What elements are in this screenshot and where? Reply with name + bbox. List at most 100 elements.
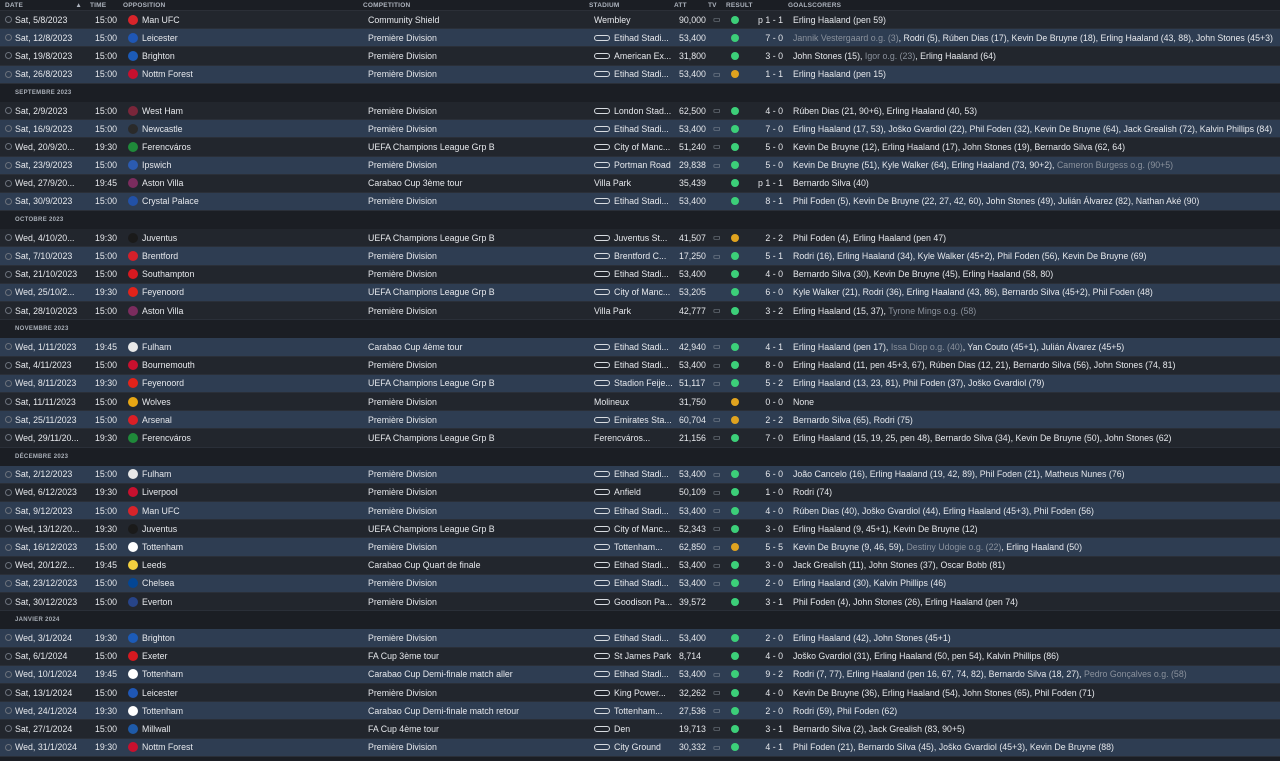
competition-name[interactable]: Carabao Cup Demi-finale match aller (368, 669, 594, 679)
match-result[interactable]: 7 - 0 (745, 433, 789, 443)
opposition-cell[interactable]: Newcastle (128, 123, 368, 134)
table-row[interactable]: Wed, 20/9/20... 19:30 Ferencváros UEFA Cham… (0, 138, 1280, 157)
opposition-cell[interactable]: Crystal Palace (128, 196, 368, 207)
table-row[interactable]: Sat, 13/1/2024 15:00 Leicester Première Div… (0, 683, 1280, 703)
competition-name[interactable]: Première Division (368, 124, 594, 134)
pin-icon[interactable] (5, 634, 12, 642)
match-result[interactable]: 5 - 0 (745, 142, 789, 152)
opposition-cell[interactable]: West Ham (128, 105, 368, 116)
table-row[interactable]: Sat, 23/12/2023 15:00 Chelsea Première Divi… (0, 574, 1280, 593)
table-row[interactable]: Sat, 21/10/2023 15:00 Southampton Première … (0, 265, 1280, 284)
match-result[interactable]: 5 - 2 (745, 378, 789, 388)
opposition-cell[interactable]: Leeds (128, 560, 368, 571)
opposition-cell[interactable]: Arsenal (128, 414, 368, 425)
opposition-cell[interactable]: Millwall (128, 723, 368, 734)
opposition-name[interactable]: Crystal Palace (142, 196, 199, 206)
table-row[interactable]: Wed, 31/1/2024 19:30 Nottm Forest Première … (0, 738, 1280, 757)
match-result[interactable]: 3 - 0 (745, 524, 789, 534)
competition-name[interactable]: UEFA Champions League Grp B (368, 287, 594, 297)
competition-name[interactable]: Première Division (368, 597, 594, 607)
competition-name[interactable]: Première Division (368, 578, 594, 588)
match-result[interactable]: 1 - 0 (745, 487, 789, 497)
column-header-goalscorers[interactable]: GOALSCORERS (784, 2, 1280, 9)
opposition-name[interactable]: West Ham (142, 106, 183, 116)
opposition-cell[interactable]: Ipswich (128, 160, 368, 171)
competition-name[interactable]: Première Division (368, 487, 594, 497)
opposition-name[interactable]: Brighton (142, 633, 175, 643)
match-result[interactable]: 2 - 0 (745, 633, 789, 643)
column-header-date[interactable]: DATE ▲ (0, 2, 90, 9)
competition-name[interactable]: Première Division (368, 69, 594, 79)
opposition-name[interactable]: Millwall (142, 724, 170, 734)
competition-name[interactable]: Carabao Cup Quart de finale (368, 560, 594, 570)
competition-name[interactable]: Première Division (368, 688, 594, 698)
competition-name[interactable]: Première Division (368, 542, 594, 552)
table-row[interactable]: Sat, 27/1/2024 15:00 Millwall FA Cup 4ème t… (0, 720, 1280, 739)
opposition-cell[interactable]: Liverpool (128, 487, 368, 498)
pin-icon[interactable] (5, 70, 12, 78)
competition-name[interactable]: UEFA Champions League Grp B (368, 233, 594, 243)
column-header-stadium[interactable]: STADIUM (589, 2, 674, 9)
opposition-cell[interactable]: Feyenoord (128, 378, 368, 389)
pin-icon[interactable] (5, 525, 12, 533)
match-result[interactable]: 5 - 5 (745, 542, 789, 552)
competition-name[interactable]: Première Division (368, 106, 594, 116)
pin-icon[interactable] (5, 707, 12, 715)
table-row[interactable]: Wed, 27/9/20... 19:45 Aston Villa Carabao C… (0, 174, 1280, 193)
opposition-name[interactable]: Fulham (142, 342, 171, 352)
pin-icon[interactable] (5, 488, 12, 496)
table-row[interactable]: Sat, 7/10/2023 15:00 Brentford Première Div… (0, 247, 1280, 266)
pin-icon[interactable] (5, 125, 12, 133)
column-header-result[interactable]: RESULT (726, 2, 784, 9)
pin-icon[interactable] (5, 743, 12, 751)
pin-icon[interactable] (5, 34, 12, 42)
match-result[interactable]: 6 - 0 (745, 287, 789, 297)
pin-icon[interactable] (5, 179, 12, 187)
opposition-cell[interactable]: Bournemouth (128, 360, 368, 371)
opposition-cell[interactable]: Aston Villa (128, 178, 368, 189)
match-result[interactable]: 4 - 0 (745, 269, 789, 279)
match-result[interactable]: 4 - 0 (745, 688, 789, 698)
opposition-cell[interactable]: Leicester (128, 32, 368, 43)
match-result[interactable]: 9 - 2 (745, 669, 789, 679)
opposition-name[interactable]: Bournemouth (142, 360, 195, 370)
table-row[interactable]: Sat, 19/8/2023 15:00 Brighton Première Divi… (0, 47, 1280, 66)
competition-name[interactable]: Première Division (368, 506, 594, 516)
opposition-name[interactable]: Man UFC (142, 506, 180, 516)
pin-icon[interactable] (5, 197, 12, 205)
competition-name[interactable]: Première Division (368, 51, 594, 61)
match-result[interactable]: 4 - 0 (745, 651, 789, 661)
competition-name[interactable]: Première Division (368, 397, 594, 407)
opposition-cell[interactable]: Man UFC (128, 505, 368, 516)
opposition-name[interactable]: Newcastle (142, 124, 183, 134)
pin-icon[interactable] (5, 507, 12, 515)
opposition-cell[interactable]: Feyenoord (128, 287, 368, 298)
competition-name[interactable]: UEFA Champions League Grp B (368, 524, 594, 534)
opposition-cell[interactable]: Fulham (128, 341, 368, 352)
opposition-name[interactable]: Wolves (142, 397, 171, 407)
table-row[interactable]: Sat, 2/9/2023 15:00 West Ham Première Divis… (0, 101, 1280, 121)
match-result[interactable]: 4 - 0 (745, 506, 789, 516)
competition-name[interactable]: FA Cup 3ème tour (368, 651, 594, 661)
pin-icon[interactable] (5, 579, 12, 587)
match-result[interactable]: 3 - 2 (745, 306, 789, 316)
match-result[interactable]: 4 - 1 (745, 742, 789, 752)
pin-icon[interactable] (5, 670, 12, 678)
opposition-cell[interactable]: Juventus (128, 523, 368, 534)
match-result[interactable]: 5 - 1 (745, 251, 789, 261)
opposition-name[interactable]: Ferencváros (142, 433, 191, 443)
opposition-name[interactable]: Feyenoord (142, 287, 184, 297)
match-result[interactable]: 3 - 0 (745, 560, 789, 570)
competition-name[interactable]: Première Division (368, 269, 594, 279)
match-result[interactable]: 8 - 0 (745, 360, 789, 370)
opposition-cell[interactable]: Aston Villa (128, 305, 368, 316)
competition-name[interactable]: Première Division (368, 415, 594, 425)
competition-name[interactable]: UEFA Champions League Grp B (368, 142, 594, 152)
match-result[interactable]: 3 - 1 (745, 597, 789, 607)
table-row[interactable]: Sat, 26/8/2023 15:00 Nottm Forest Première … (0, 65, 1280, 84)
table-row[interactable]: Sat, 11/11/2023 15:00 Wolves Première Divis… (0, 392, 1280, 412)
table-row[interactable]: Wed, 3/1/2024 19:30 Brighton Première Divis… (0, 629, 1280, 648)
table-row[interactable]: Sat, 30/9/2023 15:00 Crystal Palace Premièr… (0, 192, 1280, 212)
opposition-name[interactable]: Brighton (142, 51, 175, 61)
pin-icon[interactable] (5, 379, 12, 387)
